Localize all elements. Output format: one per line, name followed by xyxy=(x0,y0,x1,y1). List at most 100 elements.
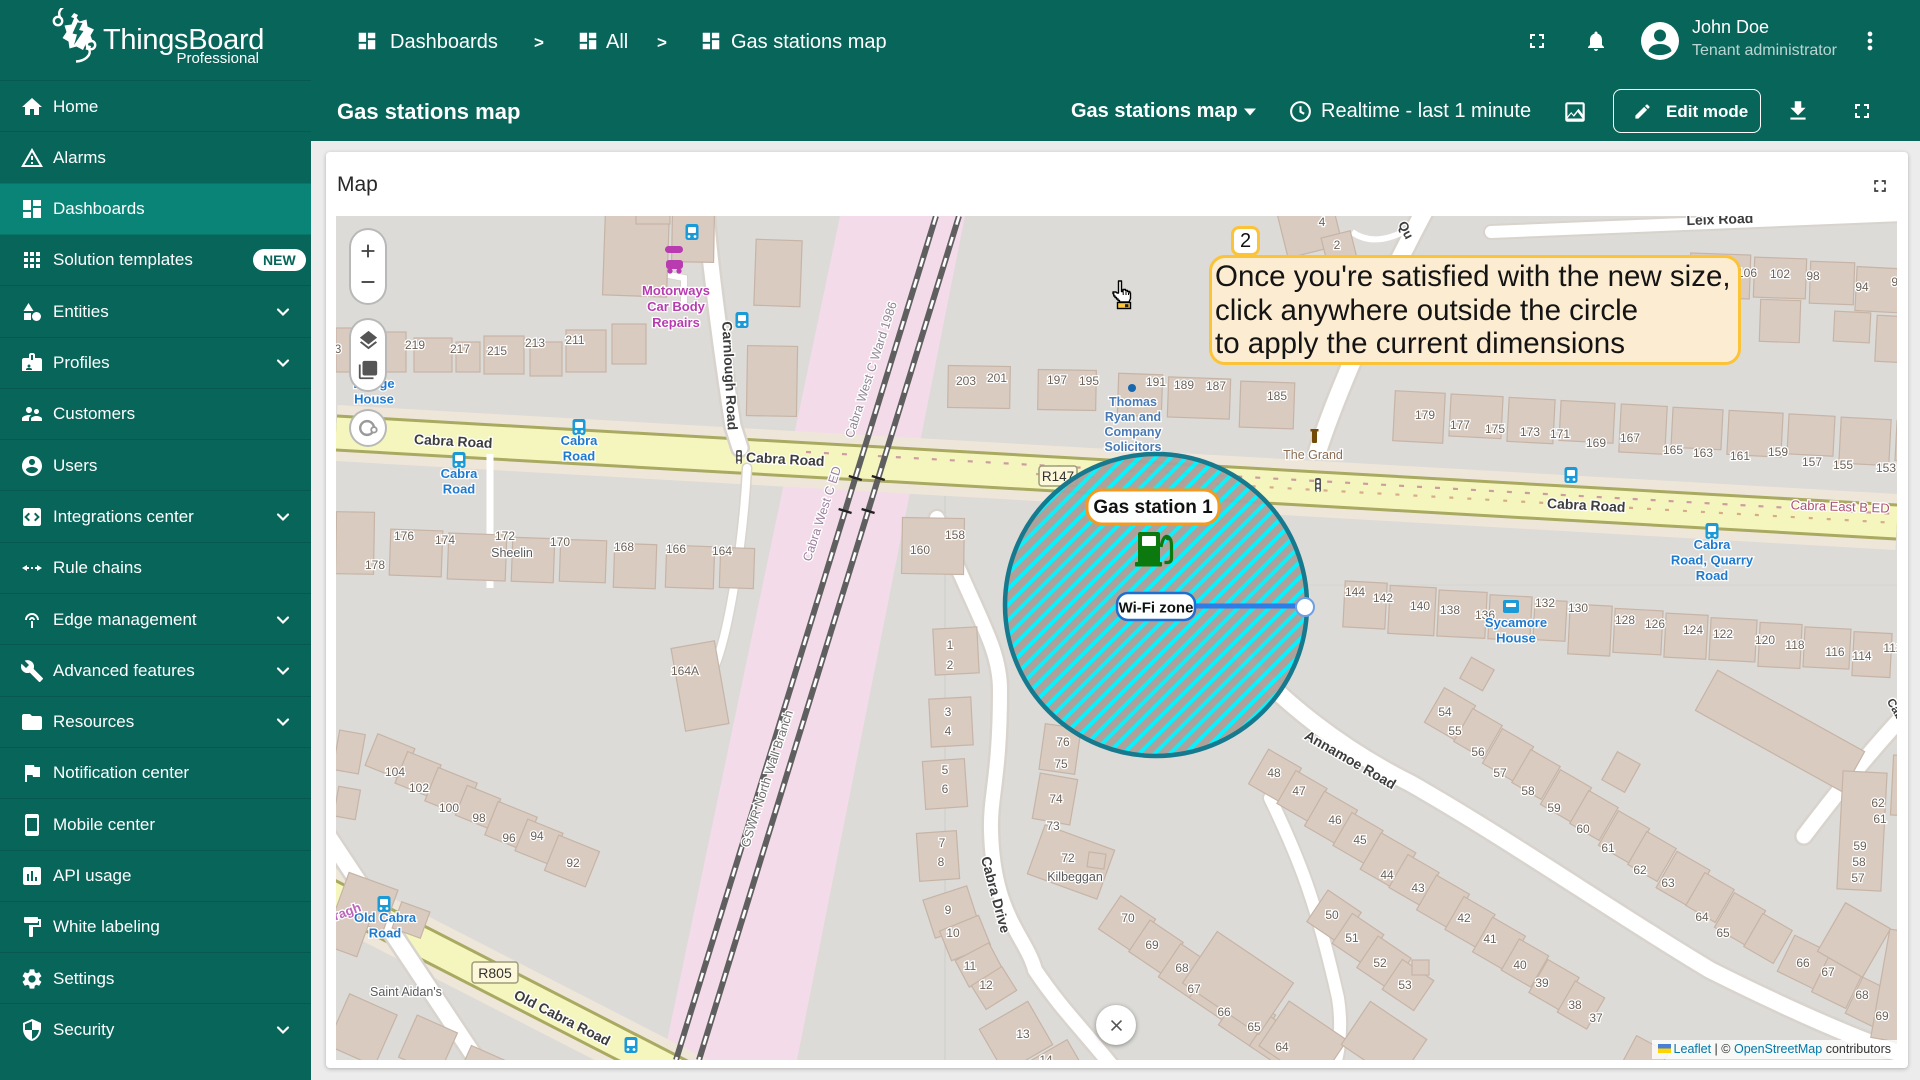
svg-text:11: 11 xyxy=(964,959,977,973)
svg-text:9: 9 xyxy=(945,903,952,917)
svg-text:66: 66 xyxy=(1796,956,1810,970)
svg-text:38: 38 xyxy=(1568,998,1582,1012)
svg-text:5: 5 xyxy=(942,763,949,777)
svg-text:142: 142 xyxy=(1373,591,1393,605)
svg-text:167: 167 xyxy=(1620,431,1640,445)
svg-text:170: 170 xyxy=(550,535,570,549)
svg-text:Repairs: Repairs xyxy=(652,315,700,330)
svg-text:60: 60 xyxy=(1576,822,1590,836)
svg-text:92: 92 xyxy=(566,856,580,870)
svg-text:102: 102 xyxy=(409,781,429,795)
svg-text:58: 58 xyxy=(1852,855,1866,869)
svg-text:Ryan and: Ryan and xyxy=(1105,410,1161,424)
svg-text:178: 178 xyxy=(365,558,385,572)
svg-text:189: 189 xyxy=(1174,378,1194,392)
svg-text:74: 74 xyxy=(1049,792,1063,806)
svg-text:176: 176 xyxy=(394,529,414,543)
svg-text:96: 96 xyxy=(502,831,516,845)
svg-text:72: 72 xyxy=(1061,851,1075,865)
svg-text:76: 76 xyxy=(1056,735,1070,749)
svg-text:40: 40 xyxy=(1513,958,1527,972)
svg-text:132: 132 xyxy=(1535,596,1555,610)
svg-text:10: 10 xyxy=(946,926,960,940)
svg-text:64: 64 xyxy=(1275,1040,1289,1054)
svg-text:112: 112 xyxy=(1883,641,1897,655)
svg-text:175: 175 xyxy=(1485,422,1505,436)
svg-text:120: 120 xyxy=(1755,633,1775,647)
svg-text:3: 3 xyxy=(945,705,952,719)
svg-text:13: 13 xyxy=(1016,1027,1030,1041)
svg-text:64: 64 xyxy=(1695,910,1709,924)
svg-text:65: 65 xyxy=(1716,926,1730,940)
svg-text:217: 217 xyxy=(450,342,470,356)
svg-text:177: 177 xyxy=(1450,418,1470,432)
svg-text:179: 179 xyxy=(1415,408,1435,422)
svg-text:174: 174 xyxy=(435,533,455,547)
svg-text:164A: 164A xyxy=(671,664,699,678)
svg-text:166: 166 xyxy=(666,542,686,556)
svg-text:201: 201 xyxy=(987,371,1007,385)
svg-text:67: 67 xyxy=(1187,982,1201,996)
svg-text:Sheelin: Sheelin xyxy=(491,546,533,560)
svg-text:Sycamore: Sycamore xyxy=(1485,615,1547,630)
svg-text:68: 68 xyxy=(1175,961,1189,975)
svg-text:62: 62 xyxy=(1633,863,1647,877)
svg-text:51: 51 xyxy=(1345,931,1359,945)
svg-text:98: 98 xyxy=(472,811,486,825)
svg-text:67: 67 xyxy=(1821,965,1835,979)
svg-text:59: 59 xyxy=(1853,839,1867,853)
svg-text:160: 160 xyxy=(910,543,930,557)
svg-text:211: 211 xyxy=(565,333,584,347)
svg-text:62: 62 xyxy=(1871,796,1885,810)
svg-text:53: 53 xyxy=(1398,978,1412,992)
svg-text:Cabra: Cabra xyxy=(1694,537,1732,552)
svg-text:6: 6 xyxy=(942,782,949,796)
svg-text:185: 185 xyxy=(1267,389,1287,403)
svg-text:155: 155 xyxy=(1833,458,1853,472)
svg-text:163: 163 xyxy=(1693,446,1713,460)
svg-text:157: 157 xyxy=(1802,455,1822,469)
svg-text:12: 12 xyxy=(979,978,993,992)
svg-text:Gas station 1: Gas station 1 xyxy=(1093,497,1213,518)
svg-text:66: 66 xyxy=(1217,1005,1231,1019)
svg-text:56: 56 xyxy=(1471,745,1485,759)
svg-text:70: 70 xyxy=(1121,911,1135,925)
svg-text:4: 4 xyxy=(945,724,952,738)
svg-text:195: 195 xyxy=(1079,374,1099,388)
svg-text:2: 2 xyxy=(1334,238,1341,252)
svg-text:7: 7 xyxy=(939,836,946,850)
svg-text:118: 118 xyxy=(1785,638,1804,652)
svg-text:140: 140 xyxy=(1410,599,1430,613)
svg-text:The Grand: The Grand xyxy=(1283,448,1343,462)
svg-text:61: 61 xyxy=(1601,841,1615,855)
svg-text:41: 41 xyxy=(1483,932,1497,946)
svg-text:102: 102 xyxy=(1770,267,1790,281)
svg-text:Road: Road xyxy=(369,926,402,941)
svg-text:Wi-Fi zone: Wi-Fi zone xyxy=(1119,600,1194,617)
svg-text:144: 144 xyxy=(1345,585,1365,599)
svg-text:44: 44 xyxy=(1380,868,1394,882)
svg-text:Professional: Professional xyxy=(176,50,259,67)
svg-text:215: 215 xyxy=(487,344,507,358)
svg-text:14: 14 xyxy=(1039,1053,1053,1060)
svg-text:Cabra: Cabra xyxy=(561,433,599,448)
svg-text:191: 191 xyxy=(1146,375,1166,389)
svg-text:House: House xyxy=(354,392,394,407)
svg-text:94: 94 xyxy=(1855,280,1869,294)
svg-text:73: 73 xyxy=(1046,819,1060,833)
svg-text:130: 130 xyxy=(1568,601,1588,615)
svg-text:69: 69 xyxy=(1875,1009,1889,1023)
svg-text:58: 58 xyxy=(1521,784,1535,798)
svg-text:Road: Road xyxy=(1696,568,1729,583)
svg-text:39: 39 xyxy=(1535,976,1549,990)
svg-text:House: House xyxy=(1496,631,1536,646)
svg-text:173: 173 xyxy=(1520,425,1540,439)
svg-text:45: 45 xyxy=(1353,833,1367,847)
svg-text:104: 104 xyxy=(385,765,405,779)
svg-text:68: 68 xyxy=(1855,988,1869,1002)
svg-text:75: 75 xyxy=(1054,757,1068,771)
svg-text:52: 52 xyxy=(1373,956,1387,970)
svg-text:Saint Aidan's: Saint Aidan's xyxy=(370,985,442,999)
svg-text:47: 47 xyxy=(1292,784,1306,798)
svg-text:54: 54 xyxy=(1438,705,1452,719)
